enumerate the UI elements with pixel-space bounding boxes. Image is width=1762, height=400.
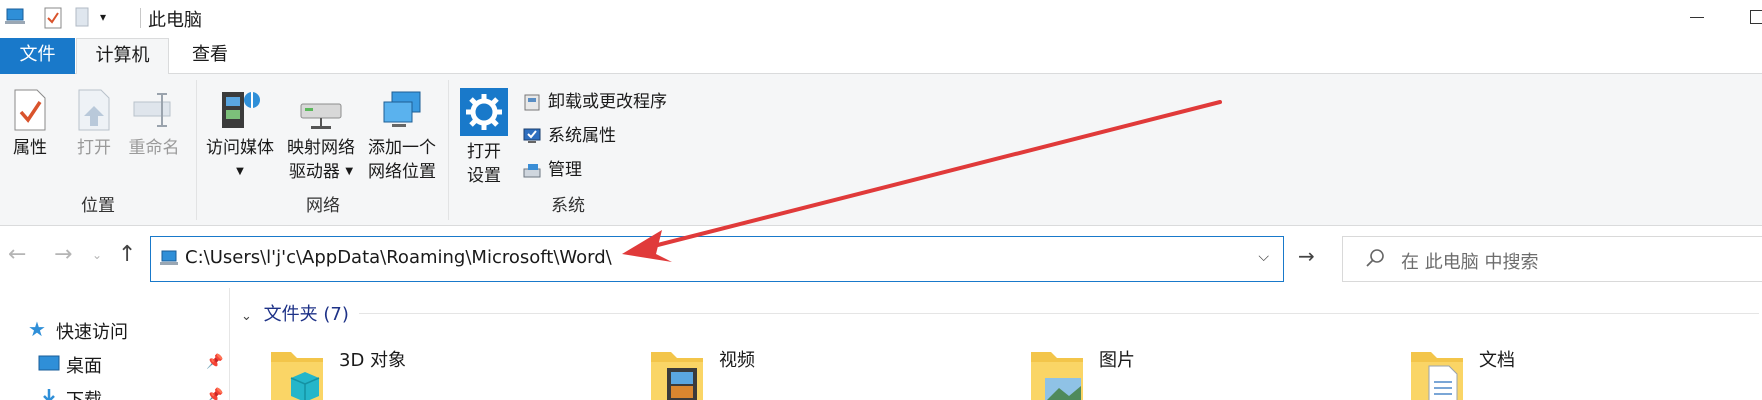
access-media-dropdown-icon: ▼	[236, 166, 244, 177]
3d-objects-folder-icon	[271, 352, 323, 400]
folder-label: 文档	[1479, 350, 1515, 371]
folder-documents[interactable]: 文档	[1409, 344, 1515, 400]
open-settings-label-line2: 设置	[467, 166, 501, 186]
uninstall-icon	[524, 94, 540, 111]
folder-label: 视频	[719, 350, 755, 371]
map-drive-label-line2: 驱动器	[288, 162, 340, 182]
add-network-location-button[interactable]: 添加一个 网络位置	[362, 88, 442, 184]
open-settings-button[interactable]: 打开 设置	[458, 88, 510, 188]
videos-folder-icon	[651, 352, 703, 400]
nav-label: 下载	[66, 386, 102, 400]
map-network-drive-button[interactable]: 映射网络 驱动器 ▼	[282, 88, 360, 184]
content-area: ⌄ 文件夹 (7) 3D 对象 视频 图片 文档	[231, 288, 1762, 400]
desktop-icon	[38, 355, 60, 371]
folder-label: 3D 对象	[339, 350, 407, 371]
back-button[interactable]: ←	[8, 242, 26, 267]
properties-quick-icon[interactable]	[44, 7, 62, 29]
customize-quick-access-icon[interactable]: ▾	[100, 10, 106, 24]
section-divider	[359, 313, 1759, 314]
tab-view[interactable]: 查看	[170, 38, 250, 74]
system-properties-icon	[523, 128, 541, 143]
forward-button[interactable]: →	[54, 242, 72, 267]
search-icon	[1366, 249, 1384, 267]
pin-icon[interactable]: 📌	[206, 354, 223, 370]
ribbon-tabs: 文件 计算机 查看	[0, 38, 1762, 75]
arrow-right-icon: →	[54, 242, 73, 267]
documents-folder-icon	[1411, 352, 1463, 400]
map-drive-dropdown-icon: ▼	[345, 166, 354, 177]
add-network-location-icon	[383, 91, 421, 127]
search-placeholder: 在 此电脑 中搜索	[1401, 252, 1539, 273]
uninstall-label: 卸载或更改程序	[548, 92, 667, 112]
tab-computer[interactable]: 计算机	[76, 38, 169, 75]
ribbon-separator	[448, 80, 449, 220]
access-media-label: 访问媒体	[206, 138, 274, 158]
chevron-down-icon: ⌄	[92, 248, 103, 262]
download-icon	[43, 389, 55, 400]
settings-gear-icon	[460, 88, 508, 136]
search-box[interactable]: 在 此电脑 中搜索	[1342, 236, 1762, 282]
pin-icon[interactable]: 📌	[206, 388, 223, 400]
rename-icon	[133, 93, 171, 127]
system-properties-label: 系统属性	[548, 126, 616, 146]
properties-icon	[14, 89, 46, 131]
pictures-folder-icon	[1031, 352, 1083, 400]
folder-label: 图片	[1099, 350, 1135, 371]
nav-label: 快速访问	[56, 322, 128, 343]
properties-button[interactable]: 属性	[6, 88, 54, 160]
manage-icon	[523, 164, 541, 178]
up-button[interactable]: ↑	[118, 242, 136, 267]
folders-section-header[interactable]: ⌄ 文件夹 (7)	[241, 300, 349, 326]
rename-button[interactable]: 重命名	[126, 88, 182, 160]
maximize-button[interactable]	[1750, 10, 1762, 24]
tab-file[interactable]: 文件	[0, 38, 75, 74]
map-drive-label-line1: 映射网络	[287, 138, 355, 158]
access-media-icon	[222, 92, 260, 128]
section-title: 文件夹 (7)	[263, 304, 349, 325]
open-button[interactable]: 打开	[70, 88, 118, 160]
window-title: 此电脑	[148, 10, 202, 31]
manage-label: 管理	[548, 160, 582, 180]
rename-label: 重命名	[128, 138, 180, 158]
open-icon	[78, 89, 110, 131]
arrow-left-icon: ←	[8, 242, 27, 267]
address-bar[interactable]: C:\Users\l'j'c\AppData\Roaming\Microsoft…	[150, 236, 1284, 282]
address-row: ← → ⌄ ↑ C:\Users\l'j'c\AppData\Roaming\M…	[0, 228, 1762, 284]
arrow-up-icon: ↑	[118, 242, 137, 267]
folder-3d-objects[interactable]: 3D 对象	[269, 344, 406, 400]
ribbon-group-network: 访问媒体 ▼ 映射网络 驱动器 ▼ 添加一个 网络位置 网络	[198, 74, 448, 226]
chevron-down-icon: ⌄	[241, 309, 252, 324]
add-location-label-line1: 添加一个	[368, 138, 436, 158]
group-label-location: 位置	[81, 196, 115, 216]
network-drive-icon	[300, 103, 342, 129]
address-path[interactable]: C:\Users\l'j'c\AppData\Roaming\Microsoft…	[185, 247, 612, 268]
recent-locations-button[interactable]: ⌄	[92, 248, 102, 262]
open-settings-label-line1: 打开	[467, 142, 501, 162]
properties-label: 属性	[13, 138, 47, 158]
arrow-right-icon: →	[1298, 244, 1315, 268]
title-bar: ▾ 此电脑	[0, 0, 1762, 36]
go-button[interactable]: →	[1298, 244, 1315, 268]
ribbon-group-location: 属性 打开 重命名 位置	[0, 74, 196, 226]
add-location-label-line2: 网络位置	[368, 162, 436, 182]
group-label-network: 网络	[306, 196, 340, 216]
new-folder-quick-icon[interactable]	[74, 7, 90, 27]
this-pc-icon[interactable]	[4, 7, 26, 27]
star-icon: ★	[28, 317, 46, 341]
minimize-button[interactable]	[1690, 17, 1704, 18]
address-dropdown-icon[interactable]: ⌵	[1258, 249, 1269, 265]
folder-videos[interactable]: 视频	[649, 344, 755, 400]
nav-label: 桌面	[66, 356, 102, 377]
group-label-system: 系统	[551, 196, 585, 216]
open-label: 打开	[77, 138, 111, 158]
folder-pictures[interactable]: 图片	[1029, 344, 1135, 400]
access-media-button[interactable]: 访问媒体 ▼	[202, 88, 278, 184]
this-pc-icon	[160, 250, 178, 265]
title-separator	[140, 8, 141, 28]
navigation-pane: ★ 快速访问 桌面 📌 下载 📌	[0, 288, 230, 400]
ribbon-separator	[196, 80, 197, 220]
ribbon: 属性 打开 重命名 位置 访问媒体 ▼ 映射网络 驱动器 ▼ 添加一个 网络位置…	[0, 74, 1762, 226]
